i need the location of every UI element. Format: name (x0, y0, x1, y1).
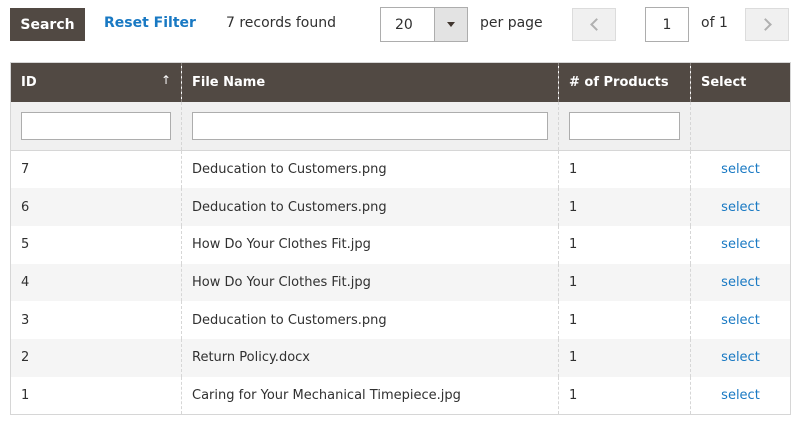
cell-file-name: Deducation to Customers.png (181, 188, 559, 226)
column-header-select: Select (690, 62, 791, 102)
cell-products: 1 (558, 150, 691, 189)
filter-cell-products (558, 101, 691, 151)
previous-page-button[interactable] (572, 8, 616, 41)
column-header-file-name[interactable]: File Name (181, 62, 559, 102)
cell-select: select (690, 150, 791, 189)
cell-file-name: Deducation to Customers.png (181, 301, 559, 339)
records-found-text: 7 records found (226, 15, 336, 31)
cell-id: 7 (10, 150, 182, 189)
per-page-value: 20 (395, 17, 413, 33)
select-link[interactable]: select (721, 388, 760, 403)
cell-products: 1 (558, 376, 691, 415)
cell-products: 1 (558, 188, 691, 226)
column-header-id-label: ID (21, 74, 37, 90)
cell-file-name: Caring for Your Mechanical Timepiece.jpg (181, 376, 559, 415)
column-header-id[interactable]: ID ↑ (10, 62, 182, 102)
table-row[interactable]: 2 Return Policy.docx 1 select (10, 338, 791, 377)
next-page-button[interactable] (745, 8, 789, 41)
cell-products: 1 (558, 338, 691, 377)
caret-down-icon (447, 22, 455, 27)
cell-file-name: How Do Your Clothes Fit.jpg (181, 225, 559, 264)
table-row[interactable]: 5 How Do Your Clothes Fit.jpg 1 select (10, 225, 791, 264)
table-row[interactable]: 1 Caring for Your Mechanical Timepiece.jp… (10, 376, 791, 415)
cell-select: select (690, 338, 791, 377)
filter-cell-select (690, 101, 791, 151)
filter-row (10, 101, 791, 151)
select-link[interactable]: select (721, 162, 760, 177)
select-link[interactable]: select (721, 200, 760, 215)
per-page-dropdown-toggle[interactable] (434, 8, 467, 41)
filter-id-input[interactable] (21, 111, 171, 140)
column-header-products[interactable]: # of Products (558, 62, 691, 102)
cell-select: select (690, 376, 791, 415)
grid-toolbar: Search Reset Filter 7 records found 20 p… (0, 0, 800, 50)
cell-products: 1 (558, 301, 691, 339)
cell-id: 3 (10, 301, 182, 339)
cell-products: 1 (558, 263, 691, 302)
select-link[interactable]: select (721, 275, 760, 290)
cell-id: 4 (10, 263, 182, 302)
chevron-right-icon (758, 18, 772, 31)
total-pages-text: of 1 (701, 15, 728, 31)
search-button[interactable]: Search (10, 8, 85, 41)
cell-file-name: Return Policy.docx (181, 338, 559, 377)
per-page-select[interactable]: 20 (380, 7, 468, 42)
cell-select: select (690, 263, 791, 302)
chevron-left-icon (589, 18, 603, 31)
select-link[interactable]: select (721, 237, 760, 252)
cell-select: select (690, 301, 791, 339)
select-link[interactable]: select (721, 313, 760, 328)
cell-id: 2 (10, 338, 182, 377)
cell-id: 6 (10, 188, 182, 226)
reset-filter-link[interactable]: Reset Filter (104, 15, 196, 31)
filter-file-name-input[interactable] (192, 111, 548, 140)
cell-id: 5 (10, 225, 182, 264)
select-link[interactable]: select (721, 350, 760, 365)
cell-select: select (690, 225, 791, 264)
table-row[interactable]: 4 How Do Your Clothes Fit.jpg 1 select (10, 263, 791, 302)
sort-ascending-icon: ↑ (160, 73, 171, 87)
table-row[interactable]: 6 Deducation to Customers.png 1 select (10, 188, 791, 226)
filter-cell-file-name (181, 101, 559, 151)
filter-cell-id (10, 101, 182, 151)
table-row[interactable]: 3 Deducation to Customers.png 1 select (10, 301, 791, 339)
cell-file-name: Deducation to Customers.png (181, 150, 559, 189)
files-grid: ID ↑ File Name # of Products Select 7 Ded… (10, 62, 791, 415)
grid-header-row: ID ↑ File Name # of Products Select (10, 62, 791, 102)
table-row[interactable]: 7 Deducation to Customers.png 1 select (10, 150, 791, 189)
filter-products-input[interactable] (569, 111, 680, 140)
cell-id: 1 (10, 376, 182, 415)
per-page-label: per page (480, 15, 543, 31)
current-page-input[interactable] (645, 7, 689, 42)
cell-select: select (690, 188, 791, 226)
cell-file-name: How Do Your Clothes Fit.jpg (181, 263, 559, 302)
cell-products: 1 (558, 225, 691, 264)
